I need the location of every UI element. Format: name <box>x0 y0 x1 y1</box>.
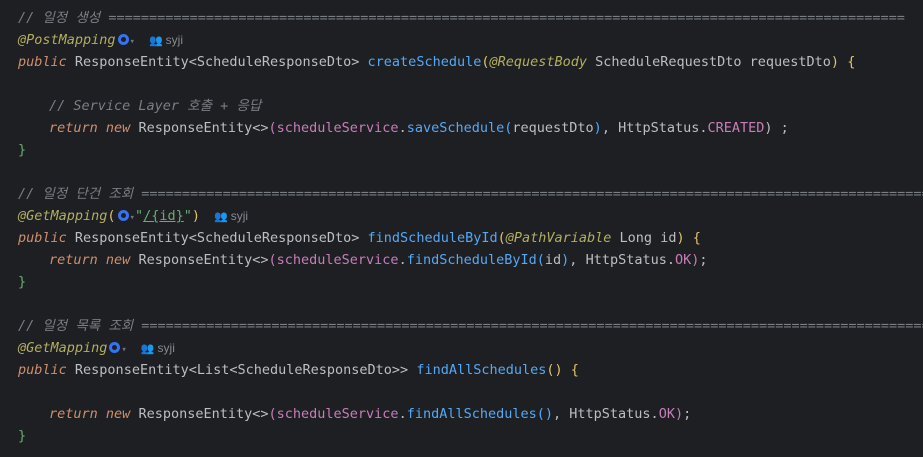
author-hint[interactable]: 👥 syji <box>141 341 175 355</box>
annotation-line-get-by-id: @GetMapping(▾"/{id}") 👥 syji <box>18 205 248 227</box>
method-signature-find-by-id: public ResponseEntity<ScheduleResponseDt… <box>18 230 701 246</box>
author-hint[interactable]: 👥 syji <box>214 209 248 223</box>
return-create: return new ResponseEntity<>(scheduleServ… <box>49 120 789 136</box>
method-find-schedule-by-id[interactable]: findScheduleById <box>368 230 498 246</box>
endpoint-globe-icon[interactable] <box>117 210 129 221</box>
closing-brace-find-all: } <box>18 428 27 444</box>
method-signature-create: public ResponseEntity<ScheduleResponseDt… <box>18 54 856 70</box>
annotation-line-post: @PostMapping ▾ 👥 syji <box>18 29 183 51</box>
method-create-schedule[interactable]: createSchedule <box>368 54 482 70</box>
chevron-down-icon[interactable]: ▾ <box>130 37 135 47</box>
closing-brace-create: } <box>18 142 27 158</box>
closing-brace-find-by-id: } <box>18 274 27 290</box>
comment-create: // 일정 생성 ===============================… <box>18 10 905 26</box>
path-link[interactable]: /{id} <box>143 208 184 224</box>
author-hint[interactable]: 👥 syji <box>149 33 183 47</box>
endpoint-globe-icon[interactable] <box>117 34 129 45</box>
person-icon: 👥 <box>214 210 228 223</box>
method-signature-find-all: public ResponseEntity<List<ScheduleRespo… <box>18 362 579 378</box>
annotation-line-get-all: @GetMapping ▾ 👥 syji <box>18 337 175 359</box>
chevron-down-icon[interactable]: ▾ <box>121 345 126 355</box>
comment-service-layer: // Service Layer 호출 + 응답 <box>49 98 262 114</box>
annotation-get-mapping[interactable]: @GetMapping <box>18 340 107 356</box>
code-editor[interactable]: // 일정 생성 ===============================… <box>0 0 923 457</box>
return-find-by-id: return new ResponseEntity<>(scheduleServ… <box>49 252 708 268</box>
person-icon: 👥 <box>148 34 163 47</box>
person-icon: 👥 <box>140 342 155 355</box>
comment-find-by-id: // 일정 단건 조회 ============================… <box>18 186 923 202</box>
comment-find-all: // 일정 목록 조회 ============================… <box>18 318 923 334</box>
endpoint-globe-icon[interactable] <box>109 342 121 353</box>
method-find-all-schedules[interactable]: findAllSchedules <box>416 362 546 378</box>
annotation-post-mapping[interactable]: @PostMapping <box>18 32 116 48</box>
annotation-get-mapping[interactable]: @GetMapping <box>18 208 107 224</box>
return-find-all: return new ResponseEntity<>(scheduleServ… <box>49 406 692 422</box>
